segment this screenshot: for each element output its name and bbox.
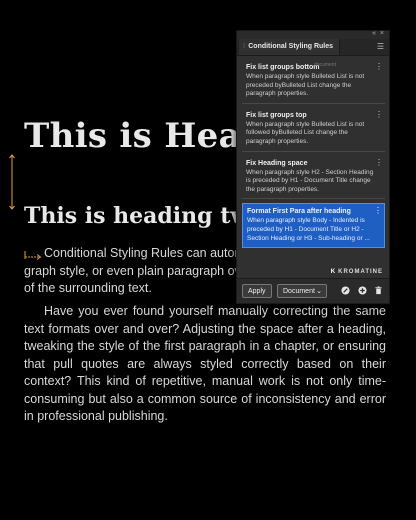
conditional-styling-rules-panel: « × ⁝ Conditional Styling Rules ☰ documen… xyxy=(236,30,390,304)
rule-item-selected[interactable]: Format First Para after heading When par… xyxy=(242,203,385,249)
tab-conditional-styling-rules[interactable]: ⁝ Conditional Styling Rules xyxy=(239,39,341,55)
more-options-icon[interactable]: ⋮ xyxy=(374,207,382,215)
rule-item[interactable]: Fix Heading space When paragraph style H… xyxy=(242,156,385,200)
scope-select[interactable]: Document ⌄ xyxy=(277,284,327,298)
heading-two-text[interactable]: This is heading two xyxy=(24,203,264,229)
more-options-icon[interactable]: ⋮ xyxy=(375,110,383,119)
panel-title-bar[interactable]: « × xyxy=(237,30,389,39)
rule-description: When paragraph style Body - Indented is … xyxy=(247,217,370,242)
space-before-indicator xyxy=(9,154,15,210)
grip-icon: ⁝ xyxy=(243,43,246,50)
panel-menu-icon[interactable]: ☰ xyxy=(377,42,384,52)
heading-one-text[interactable]: This is Head xyxy=(24,116,265,156)
trash-icon[interactable] xyxy=(374,286,383,295)
rules-list: document Fix list groups bottom When par… xyxy=(237,56,389,249)
panel-tab-bar: ⁝ Conditional Styling Rules ☰ xyxy=(237,39,389,56)
more-options-icon[interactable]: ⋮ xyxy=(375,158,383,167)
rule-description: When paragraph style Bulleted List is no… xyxy=(246,73,365,98)
chevron-down-icon: ⌄ xyxy=(316,288,322,295)
footer-actions xyxy=(338,286,383,304)
rule-title: Fix list groups top xyxy=(246,111,307,119)
rule-title: Fix Heading space xyxy=(246,159,308,167)
brand-logo: K KROMATINE xyxy=(331,269,383,275)
add-rule-icon[interactable] xyxy=(357,286,367,295)
more-options-icon[interactable]: ⋮ xyxy=(375,63,383,71)
rule-title: Format First Para after heading xyxy=(247,208,351,216)
panel-footer: Apply Document ⌄ xyxy=(237,278,389,303)
brand-mark-icon: K xyxy=(330,269,337,275)
rule-item[interactable]: document Fix list groups bottom When par… xyxy=(242,60,385,104)
rule-item[interactable]: Fix list groups top When paragraph style… xyxy=(242,108,385,152)
edit-rule-icon[interactable] xyxy=(341,286,350,295)
tab-label: Conditional Styling Rules xyxy=(248,43,334,50)
apply-button[interactable]: Apply xyxy=(242,284,272,298)
rule-description: When paragraph style H2 - Section Headin… xyxy=(246,168,374,193)
rule-title: Fix list groups bottom xyxy=(246,64,320,71)
paragraph-two[interactable]: Have you ever found yourself manually co… xyxy=(24,303,386,426)
rule-description: When paragraph style Bulleted List is no… xyxy=(246,120,365,145)
panel-window-controls[interactable]: « × xyxy=(372,30,385,37)
brand-name: KROMATINE xyxy=(338,269,383,275)
scope-select-value: Document xyxy=(283,288,315,295)
ghost-label: document xyxy=(314,62,336,68)
